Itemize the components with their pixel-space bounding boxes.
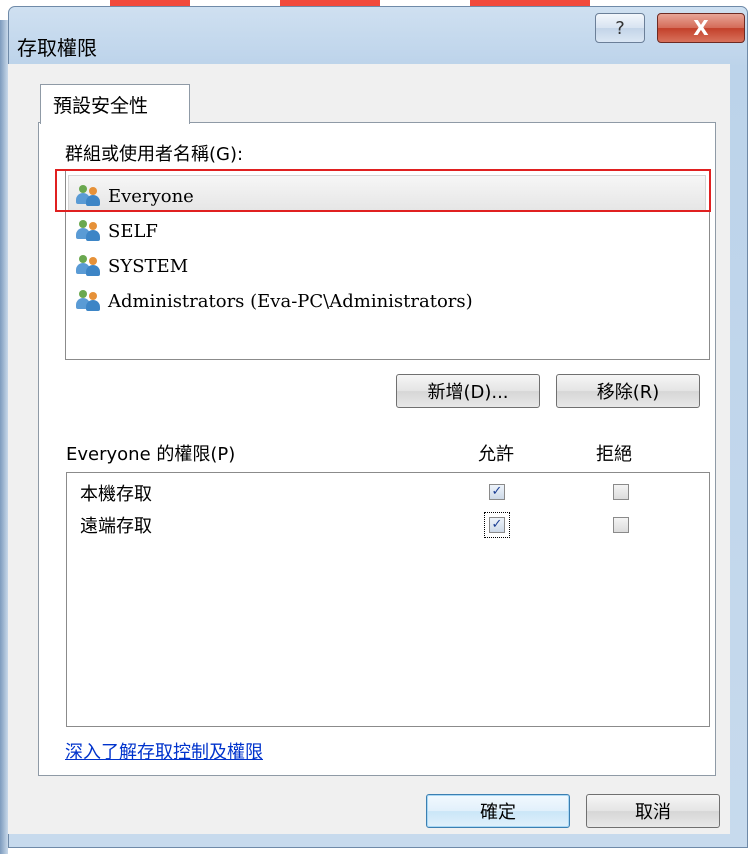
list-item-administrators[interactable]: Administrators (Eva-PC\Administrators) [76, 286, 473, 316]
tab-default-security[interactable]: 預設安全性 [40, 84, 190, 124]
remote-access-allow-checkbox[interactable]: ✓ [489, 517, 505, 533]
list-item-label: Administrators (Eva-PC\Administrators) [108, 290, 473, 312]
deny-column-header: 拒絕 [596, 444, 632, 465]
groups-label: 群組或使用者名稱(G): [65, 144, 244, 165]
user-group-icon [76, 220, 102, 242]
remote-access-deny-checkbox[interactable] [613, 517, 629, 533]
local-access-allow-checkbox[interactable]: ✓ [489, 484, 505, 500]
selection-annotation-box [55, 169, 711, 212]
close-button[interactable]: X [657, 13, 745, 43]
desktop-edge [0, 20, 8, 854]
ok-button[interactable]: 確定 [426, 794, 570, 828]
local-access-deny-checkbox[interactable] [613, 484, 629, 500]
list-item-label: SYSTEM [108, 255, 189, 277]
cancel-button[interactable]: 取消 [586, 794, 720, 828]
permissions-label: Everyone 的權限(P) [66, 444, 236, 465]
help-icon: ? [615, 17, 625, 39]
permission-local-access-label: 本機存取 [80, 484, 152, 505]
close-icon: X [693, 16, 709, 40]
permissions-list [66, 472, 710, 727]
add-button[interactable]: 新增(D)... [396, 374, 540, 408]
list-item-self[interactable]: SELF [76, 216, 158, 246]
list-item-system[interactable]: SYSTEM [76, 251, 188, 281]
permission-remote-access-label: 遠端存取 [80, 516, 152, 537]
user-group-icon [76, 290, 102, 312]
list-item-label: SELF [108, 220, 158, 242]
remove-button[interactable]: 移除(R) [556, 374, 700, 408]
window-title: 存取權限 [17, 36, 97, 60]
learn-more-link[interactable]: 深入了解存取控制及權限 [65, 738, 263, 764]
allow-column-header: 允許 [478, 444, 514, 465]
help-button[interactable]: ? [595, 13, 645, 43]
user-group-icon [76, 255, 102, 277]
